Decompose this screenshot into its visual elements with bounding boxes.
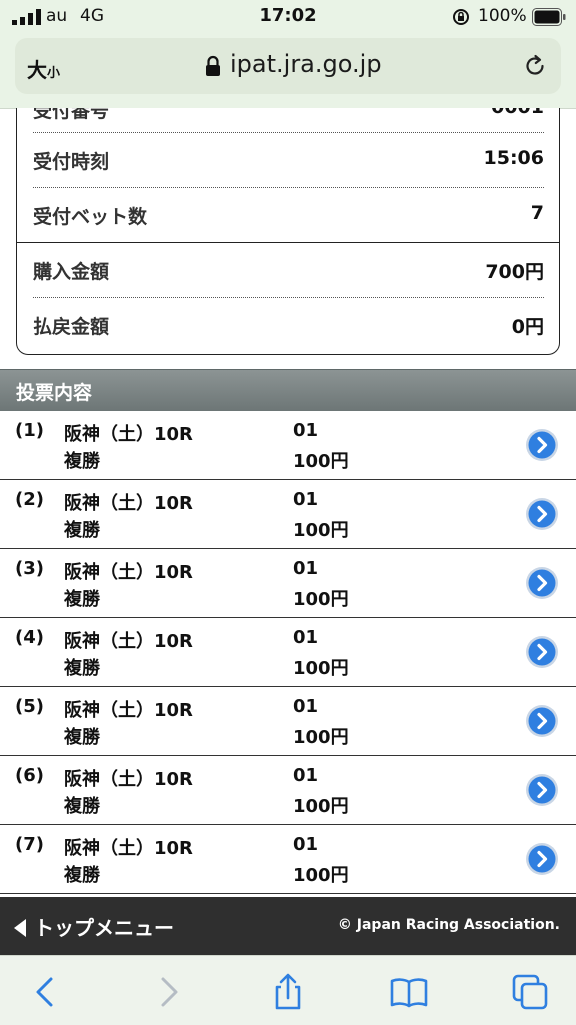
bet-race: 阪神（土）10R: [64, 493, 193, 514]
chevron-right-circle-icon[interactable]: [525, 566, 559, 600]
forward-icon[interactable]: [148, 972, 188, 1012]
summary-label: 受付ベット数: [33, 206, 148, 228]
bet-number: (2): [15, 489, 44, 510]
bet-type: 複勝: [64, 796, 100, 817]
summary-row-receipt-time: 受付時刻 15:06: [33, 133, 544, 188]
section-header-bet-details: 投票内容: [0, 369, 576, 412]
bet-type: 複勝: [64, 520, 100, 541]
receipt-summary-card: 受付番号 0001 受付時刻 15:06 受付ベット数 7 購入金額 700円 …: [16, 108, 560, 355]
bet-race: 阪神（土）10R: [64, 700, 193, 721]
status-bar: au 4G 17:02 100%: [0, 0, 576, 34]
bet-row[interactable]: (3) 阪神（土）10R 複勝 01 100円: [0, 549, 576, 618]
browser-toolbar: [0, 955, 576, 1025]
bet-row[interactable]: (7) 阪神（土）10R 複勝 01 100円: [0, 825, 576, 894]
bet-horse-number: 01: [293, 558, 319, 579]
chevron-right-circle-icon[interactable]: [525, 635, 559, 669]
bet-number: (6): [15, 765, 44, 786]
bookmarks-icon[interactable]: [389, 972, 429, 1012]
bet-type: 複勝: [64, 727, 100, 748]
text-size-large-label: 大: [27, 58, 47, 82]
copyright-text: © Japan Racing Association.: [337, 917, 560, 933]
chevron-right-circle-icon[interactable]: [525, 773, 559, 807]
text-size-button[interactable]: 大小: [27, 54, 60, 83]
browser-address-area: 大小 ipat.jra.go.jp: [0, 34, 576, 109]
bet-race: 阪神（土）10R: [64, 838, 193, 859]
summary-label: 購入金額: [33, 261, 110, 283]
bet-amount: 100円: [293, 865, 349, 886]
bet-horse-number: 01: [293, 489, 319, 510]
bet-amount: 100円: [293, 727, 349, 748]
caret-left-icon: [14, 919, 26, 937]
chevron-right-circle-icon[interactable]: [525, 497, 559, 531]
summary-label: 払戻金額: [33, 316, 110, 338]
summary-label: 受付番号: [33, 108, 110, 122]
summary-row-payout-amount: 払戻金額 0円: [33, 298, 544, 352]
bet-type: 複勝: [64, 589, 100, 610]
bet-list: (1) 阪神（土）10R 複勝 01 100円 (2) 阪神（土）10R 複勝 …: [0, 411, 576, 894]
bet-type: 複勝: [64, 865, 100, 886]
bet-row[interactable]: (4) 阪神（土）10R 複勝 01 100円: [0, 618, 576, 687]
url-domain: ipat.jra.go.jp: [230, 50, 382, 78]
back-icon[interactable]: [26, 972, 66, 1012]
bet-number: (5): [15, 696, 44, 717]
summary-value: 0円: [511, 316, 544, 338]
bet-horse-number: 01: [293, 420, 319, 441]
lock-icon: [206, 55, 220, 76]
battery-icon: [532, 8, 566, 26]
tabs-icon[interactable]: [510, 972, 550, 1012]
summary-value: 0001: [491, 108, 544, 118]
bet-amount: 100円: [293, 451, 349, 472]
bet-horse-number: 01: [293, 627, 319, 648]
bet-race: 阪神（土）10R: [64, 631, 193, 652]
top-menu-link[interactable]: トップメニュー: [14, 912, 174, 941]
bet-number: (4): [15, 627, 44, 648]
bet-horse-number: 01: [293, 696, 319, 717]
address-bar[interactable]: 大小 ipat.jra.go.jp: [15, 38, 561, 94]
summary-value: 15:06: [483, 147, 544, 169]
bet-number: (1): [15, 420, 44, 441]
battery-percentage: 100%: [478, 6, 527, 26]
bet-type: 複勝: [64, 451, 100, 472]
rotation-lock-icon: [453, 9, 469, 25]
summary-row-receipt-number: 受付番号 0001: [33, 108, 544, 133]
bet-row[interactable]: (6) 阪神（土）10R 複勝 01 100円: [0, 756, 576, 825]
bet-horse-number: 01: [293, 765, 319, 786]
share-icon[interactable]: [268, 972, 308, 1012]
section-title: 投票内容: [16, 382, 93, 404]
bet-number: (7): [15, 834, 44, 855]
site-footer: トップメニュー © Japan Racing Association.: [0, 897, 576, 955]
reload-icon[interactable]: [522, 53, 548, 79]
bet-race: 阪神（土）10R: [64, 769, 193, 790]
text-size-small-label: 小: [47, 66, 61, 81]
bet-amount: 100円: [293, 589, 349, 610]
bet-type: 複勝: [64, 658, 100, 679]
summary-row-bet-count: 受付ベット数 7: [33, 188, 544, 242]
bet-race: 阪神（土）10R: [64, 424, 193, 445]
chevron-right-circle-icon[interactable]: [525, 842, 559, 876]
bet-row[interactable]: (1) 阪神（土）10R 複勝 01 100円: [0, 411, 576, 480]
summary-value: 7: [530, 202, 544, 224]
summary-row-purchase-amount: 購入金額 700円: [33, 243, 544, 298]
bet-race: 阪神（土）10R: [64, 562, 193, 583]
bet-row[interactable]: (5) 阪神（土）10R 複勝 01 100円: [0, 687, 576, 756]
bet-amount: 100円: [293, 658, 349, 679]
summary-label: 受付時刻: [33, 151, 110, 173]
summary-value: 700円: [485, 261, 544, 283]
top-menu-label: トップメニュー: [34, 916, 174, 940]
bet-number: (3): [15, 558, 44, 579]
chevron-right-circle-icon[interactable]: [525, 704, 559, 738]
bet-row[interactable]: (2) 阪神（土）10R 複勝 01 100円: [0, 480, 576, 549]
chevron-right-circle-icon[interactable]: [525, 428, 559, 462]
bet-amount: 100円: [293, 520, 349, 541]
bet-horse-number: 01: [293, 834, 319, 855]
bet-amount: 100円: [293, 796, 349, 817]
